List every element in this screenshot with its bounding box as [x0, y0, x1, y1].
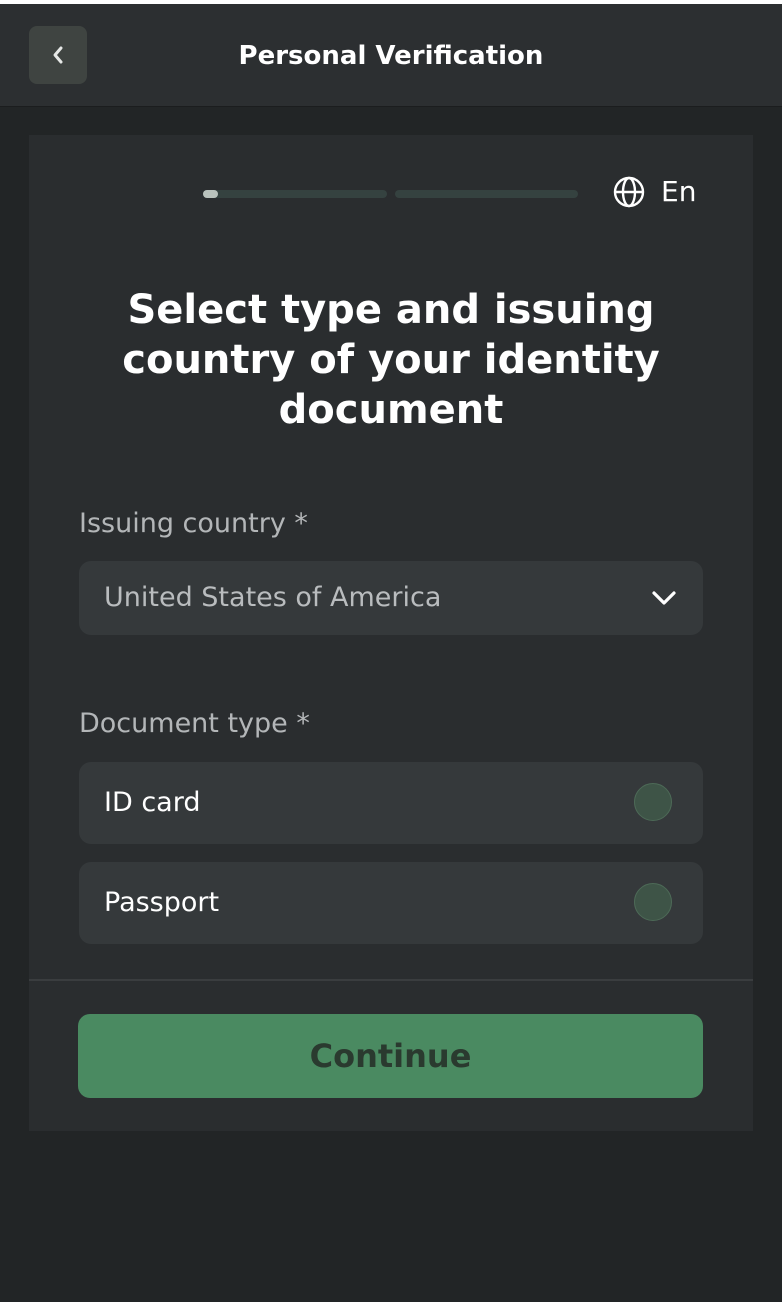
- option-label: Passport: [104, 887, 220, 918]
- option-label: ID card: [104, 787, 201, 818]
- globe-icon: [613, 176, 645, 207]
- section-title: Select type and issuing country of your …: [122, 287, 660, 433]
- issuing-country-select[interactable]: United States of America: [79, 561, 703, 635]
- radio-button[interactable]: [634, 883, 672, 921]
- verification-screen: Personal Verification En Select type and…: [0, 4, 782, 1302]
- language-label: En: [661, 175, 697, 208]
- document-option-id-card[interactable]: ID card: [79, 762, 703, 844]
- progress-step-2: [395, 190, 578, 198]
- progress-fill: [203, 190, 218, 198]
- top-bar: Personal Verification: [0, 4, 782, 107]
- issuing-country-value: United States of America: [104, 582, 442, 613]
- issuing-country-label: Issuing country *: [79, 508, 308, 539]
- document-option-passport[interactable]: Passport: [79, 862, 703, 944]
- progress-step-1: [203, 190, 387, 198]
- language-selector[interactable]: En: [613, 175, 696, 208]
- continue-button[interactable]: Continue: [78, 1014, 703, 1098]
- page-title: Personal Verification: [238, 41, 544, 71]
- chevron-down-icon: [652, 591, 676, 605]
- verification-card: En Select type and issuing country of yo…: [29, 135, 753, 1131]
- divider: [29, 979, 753, 981]
- document-type-label: Document type *: [79, 708, 310, 739]
- radio-button[interactable]: [634, 783, 672, 821]
